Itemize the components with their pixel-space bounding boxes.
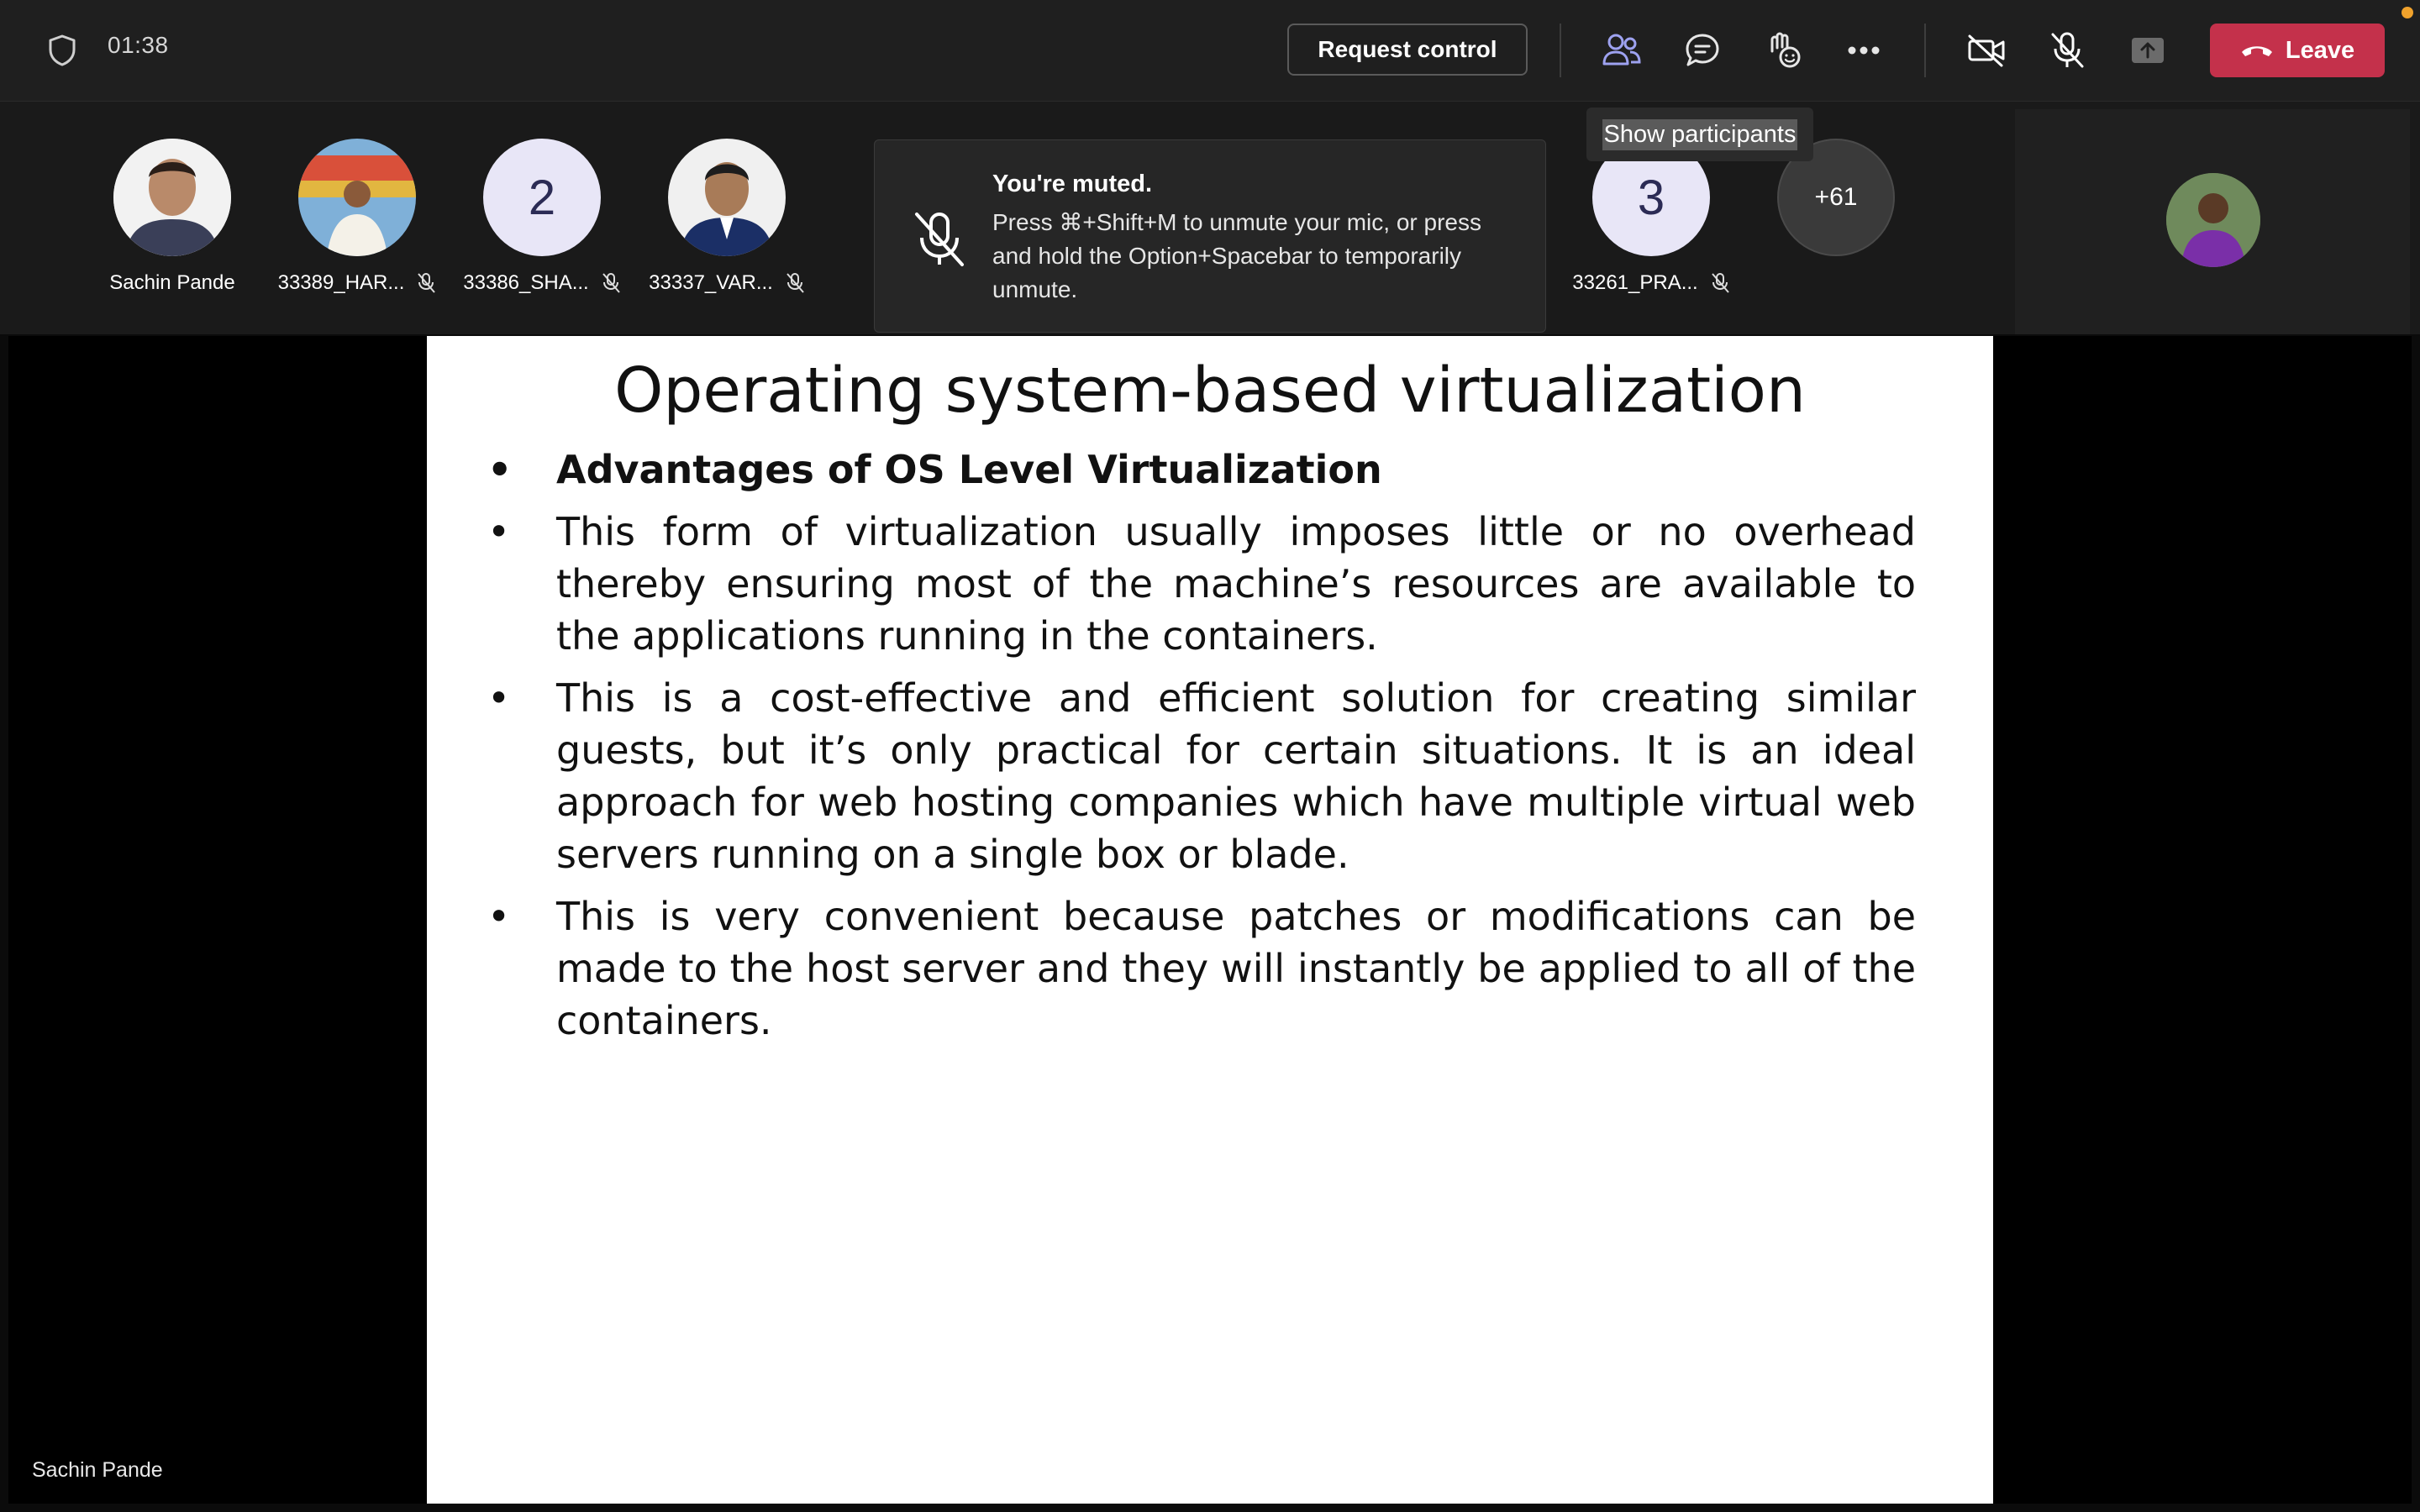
shared-slide: Operating system-based virtualization Ad… xyxy=(427,336,1993,1504)
mic-off-icon xyxy=(786,273,804,293)
request-control-button[interactable]: Request control xyxy=(1287,24,1528,76)
toast-title: You're muted. xyxy=(992,171,1153,197)
self-video-tile[interactable] xyxy=(2015,109,2410,334)
avatar: 2 xyxy=(483,139,601,256)
leave-label: Leave xyxy=(2285,36,2355,64)
participant-tile[interactable]: 33337_VAR... xyxy=(643,139,811,295)
participant-tile[interactable]: 3 33261_PRA... xyxy=(1567,139,1735,295)
participant-tile[interactable]: Sachin Pande xyxy=(88,139,256,295)
mic-off-icon[interactable] xyxy=(2044,27,2091,74)
camera-off-icon[interactable] xyxy=(1963,27,2010,74)
slide-heading: Advantages of OS Level Virtualization xyxy=(487,444,1916,496)
avatar xyxy=(113,139,231,256)
reactions-icon[interactable] xyxy=(1760,27,1807,74)
participant-name: Sachin Pande xyxy=(109,271,235,294)
mic-off-icon xyxy=(602,273,620,293)
share-icon[interactable] xyxy=(2124,27,2171,74)
mic-off-icon xyxy=(418,273,436,293)
toolbar-divider xyxy=(1924,24,1926,77)
mic-off-icon xyxy=(915,213,964,266)
mic-off-icon xyxy=(1711,273,1729,293)
avatar xyxy=(668,139,786,256)
muted-notification: You're muted. Press ⌘+Shift+M to unmute … xyxy=(874,139,1546,333)
shield-icon[interactable] xyxy=(47,34,77,67)
self-avatar xyxy=(2166,173,2260,267)
participant-name: 33386_SHA... xyxy=(463,271,589,294)
slide-title: Operating system-based virtualization xyxy=(614,354,1806,427)
meeting-toolbar: 01:38 Request control Leave xyxy=(0,0,2420,102)
bullet-item: This form of virtualization usually impo… xyxy=(487,506,1916,662)
bullet-item: This is very convenient because patches … xyxy=(487,890,1916,1047)
leave-button[interactable]: Leave xyxy=(2210,24,2385,77)
people-icon[interactable] xyxy=(1598,27,1645,74)
bullet-item: This is a cost-effective and efficient s… xyxy=(487,672,1916,880)
participant-name: 33389_HAR... xyxy=(277,271,405,294)
avatar xyxy=(298,139,416,256)
call-timer: 01:38 xyxy=(108,32,169,58)
more-icon[interactable] xyxy=(1840,27,1887,74)
participant-name: 33337_VAR... xyxy=(649,271,773,294)
phone-hangup-icon xyxy=(2241,46,2272,56)
presenter-name: Sachin Pande xyxy=(32,1458,163,1482)
tooltip-text: Show participants xyxy=(1602,118,1798,150)
chat-icon[interactable] xyxy=(1679,27,1726,74)
toast-body: Press ⌘+Shift+M to unmute your mic, or p… xyxy=(992,209,1481,302)
participant-tile[interactable]: 2 33386_SHA... xyxy=(458,139,626,295)
participant-tile[interactable]: 33389_HAR... xyxy=(273,139,441,295)
notification-dot xyxy=(2402,7,2413,18)
toolbar-divider xyxy=(1560,24,1561,77)
slide-bullets: Advantages of OS Level Virtualization Th… xyxy=(487,444,1916,1057)
show-participants-tooltip: Show participants xyxy=(1586,108,1813,161)
participant-name: 33261_PRA... xyxy=(1572,271,1698,294)
